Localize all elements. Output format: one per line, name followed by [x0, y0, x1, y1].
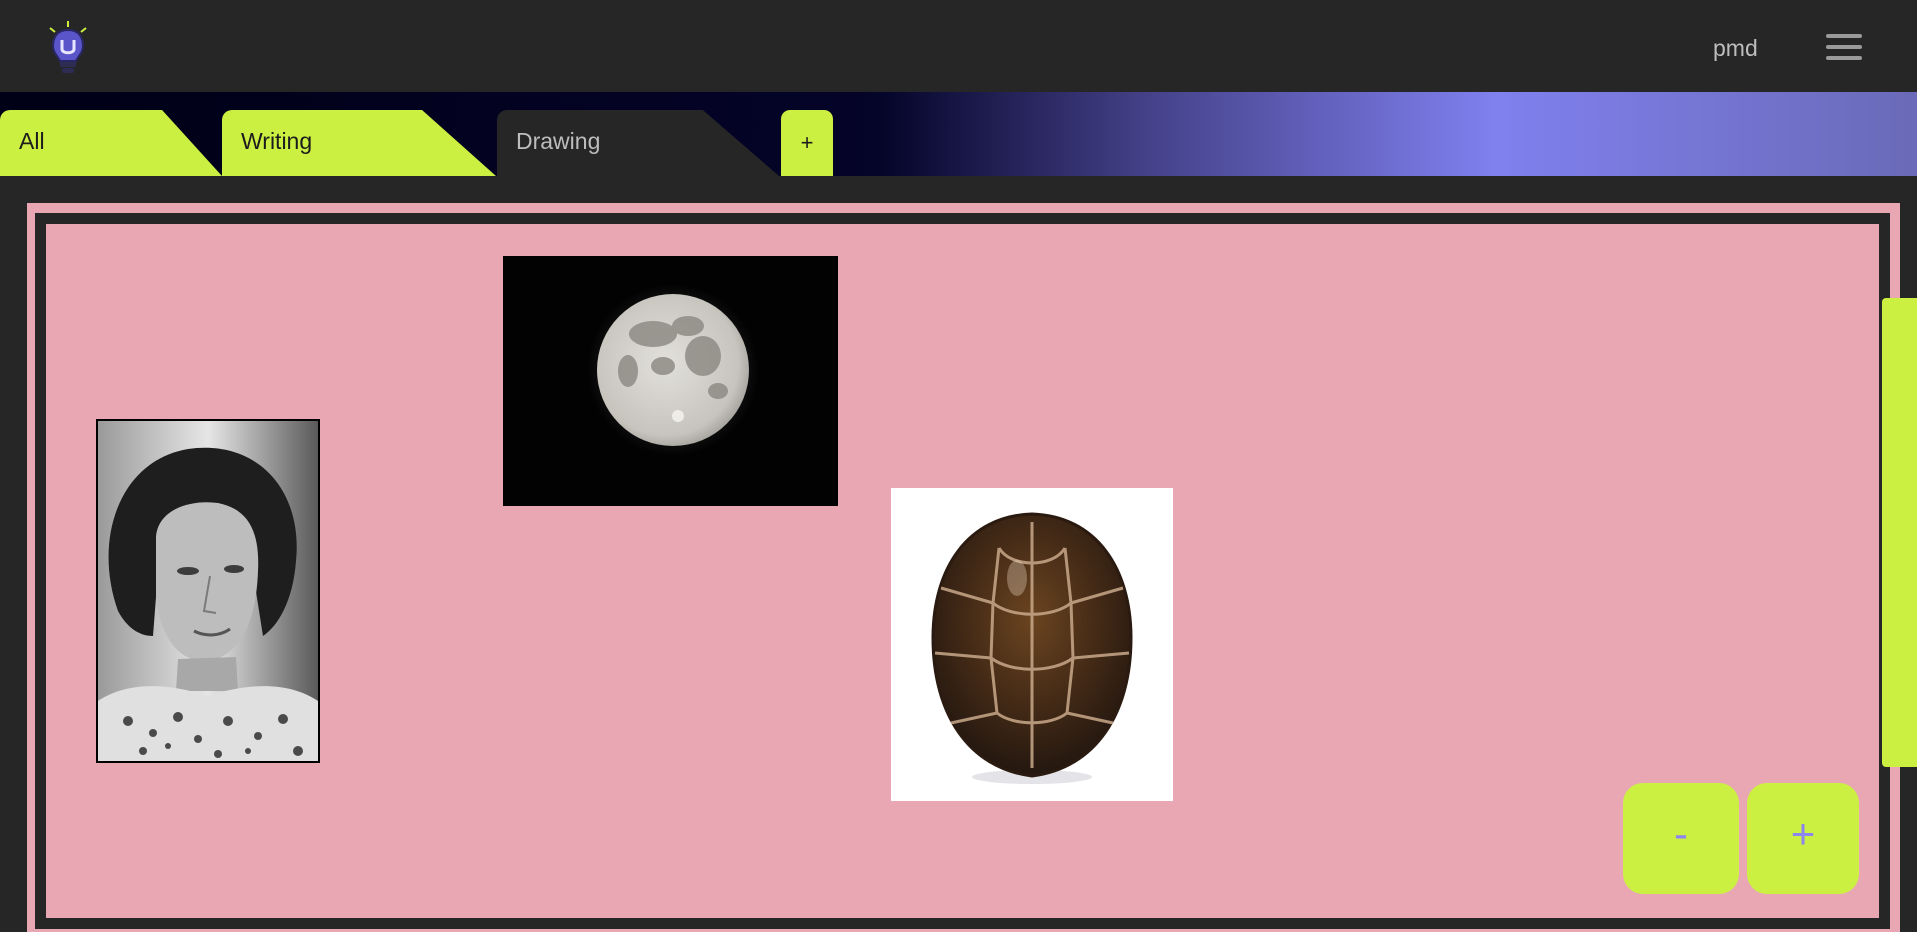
portrait-image: [98, 421, 318, 761]
lightbulb-logo-icon[interactable]: [44, 20, 92, 76]
moon-photo[interactable]: [503, 256, 838, 506]
zoom-in-button[interactable]: +: [1747, 783, 1859, 894]
tab-strip-floor: [0, 176, 1917, 206]
top-bar: pmd: [0, 0, 1917, 92]
zoom-out-button[interactable]: -: [1623, 783, 1739, 894]
side-panel-handle[interactable]: [1882, 298, 1917, 767]
hamburger-menu-icon[interactable]: [1826, 32, 1864, 62]
tab-writing-label: Writing: [241, 128, 313, 154]
moon-image: [503, 256, 838, 506]
tab-all-label: All: [19, 128, 45, 154]
tab-drawing-label: Drawing: [516, 128, 601, 154]
turtle-shell-photo[interactable]: [891, 488, 1173, 801]
add-tab-button[interactable]: +: [781, 110, 833, 176]
add-tab-label: +: [800, 130, 814, 155]
turtle-shell-image: [891, 488, 1173, 801]
username-label[interactable]: pmd: [1713, 35, 1758, 62]
zoom-in-label: +: [1790, 810, 1816, 857]
zoom-out-label: -: [1674, 810, 1688, 857]
portrait-photo[interactable]: [96, 419, 320, 763]
